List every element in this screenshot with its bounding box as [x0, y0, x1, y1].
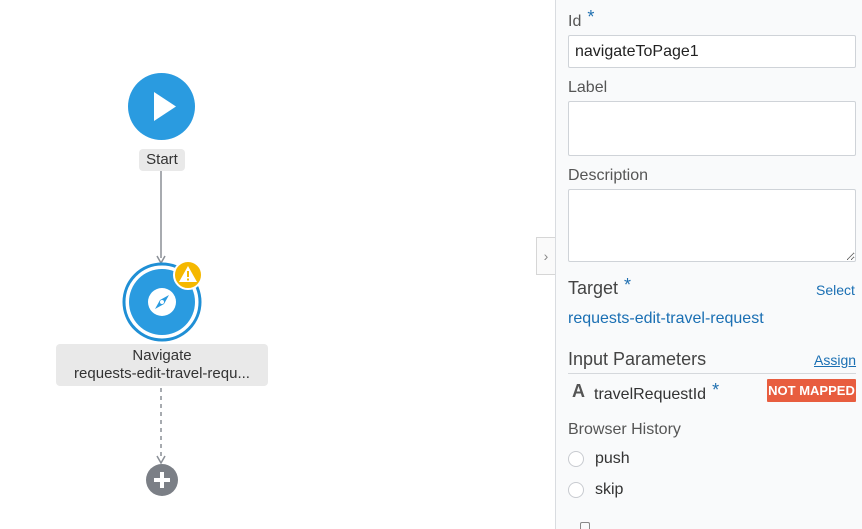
- target-heading: Target *: [568, 275, 632, 298]
- target-select-link[interactable]: Select: [816, 282, 855, 298]
- properties-panel: Id* Label Description Target* Select req…: [555, 0, 862, 529]
- start-node[interactable]: [128, 73, 195, 140]
- connector-arrow-dashed: [156, 455, 166, 465]
- navigate-node[interactable]: [122, 260, 203, 342]
- flow-canvas[interactable]: Start Navigate requests-edit-travel-requ…: [0, 0, 555, 529]
- play-icon: [154, 92, 176, 121]
- chevron-right-icon: ›: [543, 248, 549, 264]
- trash-icon[interactable]: [580, 522, 590, 529]
- push-radio-label[interactable]: push: [595, 450, 630, 468]
- compass-icon: [148, 288, 176, 316]
- section-divider: [568, 373, 856, 374]
- navigate-node-label[interactable]: Navigate requests-edit-travel-requ...: [56, 344, 268, 386]
- target-value-link[interactable]: requests-edit-travel-request: [568, 310, 764, 328]
- skip-radio-label[interactable]: skip: [595, 481, 623, 499]
- required-marker: *: [624, 275, 632, 295]
- label-field-label: Label: [568, 79, 608, 96]
- skip-radio[interactable]: [568, 482, 584, 498]
- navigate-node-target: requests-edit-travel-requ...: [74, 365, 250, 382]
- parameter-name[interactable]: travelRequestId *: [594, 380, 720, 404]
- assign-link[interactable]: Assign: [814, 352, 856, 368]
- panel-collapse-button[interactable]: ›: [536, 237, 555, 275]
- flow-connectors: [156, 171, 166, 465]
- add-action-button[interactable]: [145, 463, 179, 497]
- required-marker: *: [587, 7, 595, 27]
- id-input[interactable]: [568, 35, 856, 68]
- plus-icon: [146, 464, 178, 496]
- input-parameters-heading: Input Parameters: [568, 349, 707, 369]
- description-textarea[interactable]: [568, 189, 856, 262]
- warning-icon[interactable]: [173, 260, 203, 290]
- required-marker: *: [712, 380, 720, 400]
- id-field-label: Id *: [568, 7, 595, 30]
- push-radio[interactable]: [568, 451, 584, 467]
- not-mapped-badge: NOT MAPPED: [767, 379, 856, 402]
- string-type-icon: A: [572, 381, 585, 401]
- start-node-label[interactable]: Start: [139, 149, 185, 171]
- description-field-label: Description: [568, 167, 649, 184]
- label-input[interactable]: [568, 101, 856, 156]
- navigate-node-title: Navigate: [132, 347, 192, 364]
- browser-history-label: Browser History: [568, 421, 681, 438]
